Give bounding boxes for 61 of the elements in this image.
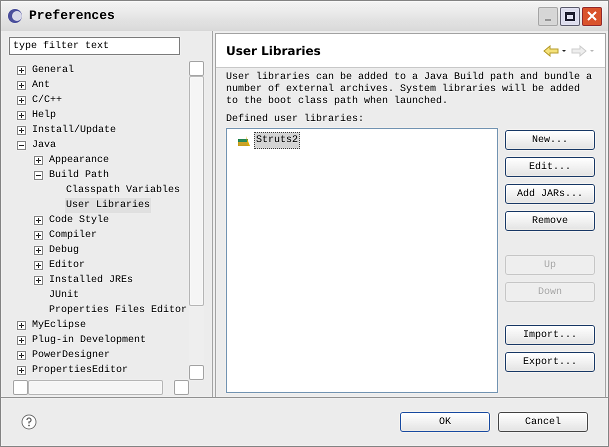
tree-item[interactable]: Ant — [31, 78, 52, 93]
dialog-button[interactable]: Import... — [505, 325, 595, 345]
app-icon — [7, 8, 23, 24]
dialog-button[interactable]: Export... — [505, 352, 595, 372]
tree-item[interactable]: Plug-in Development — [31, 333, 148, 348]
page-title: User Libraries — [226, 42, 321, 60]
page-description: User libraries can be added to a Java Build path and bundle a number of external archives. System libraries will be added to the boot class path when launched. — [226, 72, 594, 108]
filter-field[interactable]: type filter text — [9, 37, 180, 55]
expand-icon[interactable] — [17, 366, 26, 375]
expand-icon[interactable] — [34, 276, 43, 285]
tree-item[interactable]: MyEclipse — [31, 318, 88, 333]
tree-item[interactable]: General — [31, 63, 76, 78]
tree-item[interactable]: PowerDesigner — [31, 348, 112, 363]
dialog-button[interactable]: Remove — [505, 211, 595, 231]
expand-icon[interactable] — [17, 111, 26, 120]
expand-icon[interactable] — [17, 336, 26, 345]
expand-icon[interactable] — [34, 231, 43, 240]
vertical-scrollbar[interactable] — [189, 61, 204, 380]
collapse-icon[interactable] — [17, 141, 26, 150]
tree-item[interactable]: Properties Files Editor — [48, 303, 188, 318]
expand-icon[interactable] — [17, 66, 26, 75]
back-arrow-icon[interactable] — [543, 44, 567, 56]
expand-icon[interactable] — [17, 81, 26, 90]
dialog-button[interactable]: New... — [505, 130, 595, 150]
expand-icon[interactable] — [34, 216, 43, 225]
tree-item[interactable]: Code Style — [48, 213, 110, 228]
tree-item[interactable]: Debug — [48, 243, 80, 258]
cancel-button[interactable]: Cancel — [498, 412, 588, 432]
expand-icon[interactable] — [34, 261, 43, 270]
close-icon — [587, 11, 597, 21]
tree-item[interactable]: Classpath Variables — [65, 183, 182, 198]
tree-item[interactable]: C/C++ — [31, 93, 64, 108]
tree-item[interactable]: Help — [31, 108, 58, 123]
tree-item[interactable]: Installed JREs — [48, 273, 134, 288]
close-button[interactable] — [582, 6, 602, 26]
ok-button[interactable]: OK — [400, 412, 490, 432]
tree-item[interactable]: Install/Update — [31, 123, 118, 138]
tree-item[interactable]: Compiler — [48, 228, 98, 243]
maximize-button[interactable] — [560, 6, 580, 26]
horizontal-scrollbar[interactable] — [13, 380, 189, 395]
list-label: Defined user libraries: — [226, 114, 366, 126]
expand-icon[interactable] — [34, 246, 43, 255]
dialog-button[interactable]: Add JARs... — [505, 184, 595, 204]
tree-item[interactable]: Java — [31, 138, 58, 153]
dialog-button[interactable]: Edit... — [505, 157, 595, 177]
help-icon[interactable] — [21, 414, 37, 430]
expand-icon[interactable] — [17, 126, 26, 135]
expand-icon[interactable] — [17, 351, 26, 360]
books-icon — [237, 134, 251, 146]
library-item[interactable]: Struts2 — [254, 132, 300, 149]
expand-icon[interactable] — [17, 96, 26, 105]
expand-icon[interactable] — [17, 321, 26, 330]
collapse-icon[interactable] — [34, 171, 43, 180]
tree-item[interactable]: User Libraries — [65, 198, 152, 213]
tree-item[interactable]: PropertiesEditor — [31, 363, 130, 378]
tree-item[interactable]: Appearance — [48, 153, 110, 168]
tree-item[interactable]: JUnit — [48, 288, 80, 303]
tree-item[interactable]: Build Path — [48, 168, 110, 183]
window-title: Preferences — [29, 7, 115, 26]
expand-icon[interactable] — [34, 156, 43, 165]
tree-item[interactable]: Editor — [48, 258, 86, 273]
